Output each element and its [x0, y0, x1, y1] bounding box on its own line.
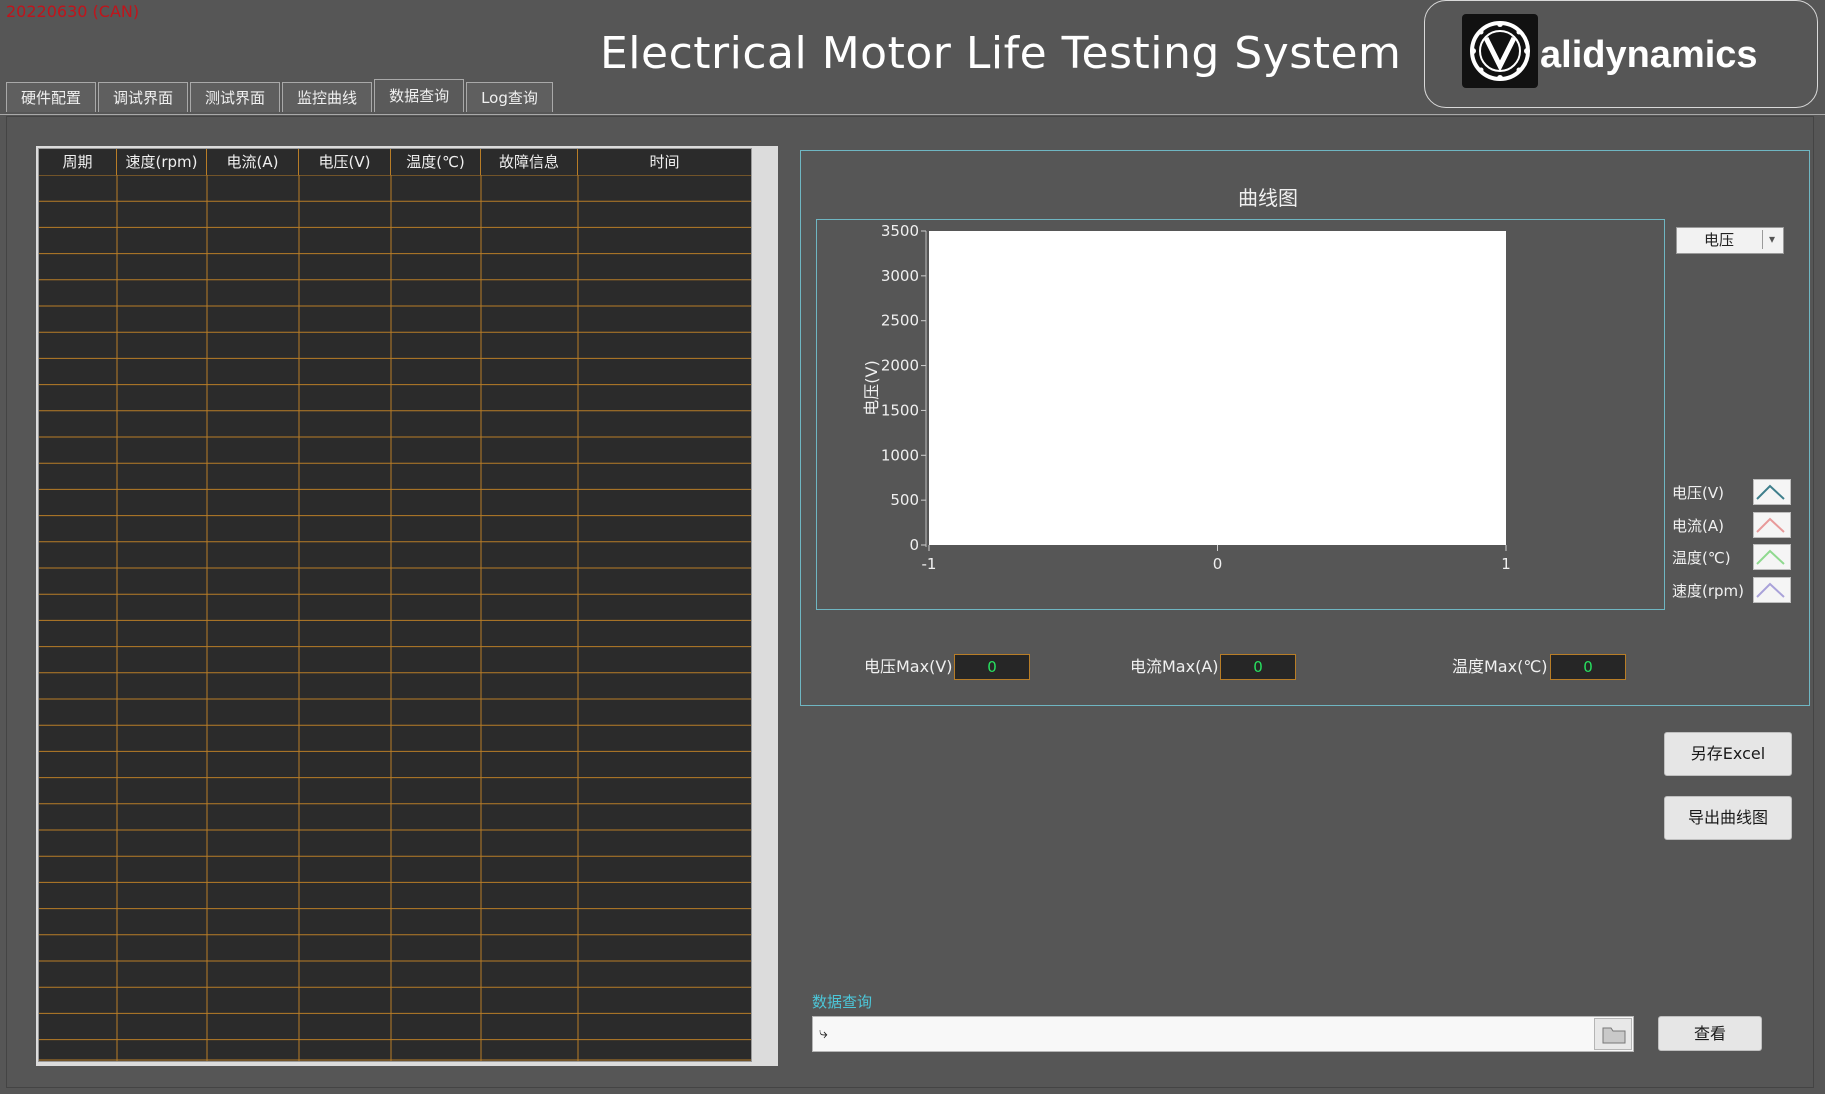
data-table[interactable]: 周期 速度(rpm) 电流(A) 电压(V) 温度(℃) 故障信息 时间: [36, 146, 778, 1066]
logo-text: alidynamics: [1540, 34, 1758, 76]
y-tick-label: 1000: [881, 446, 919, 464]
plot-legend: 电压(V) 电流(A) 温度(℃) 速度(rpm): [1672, 478, 1794, 608]
y-axis-label: 电压(V): [862, 360, 881, 415]
legend-item-current[interactable]: 电流(A): [1672, 511, 1794, 544]
legend-label: 速度(rpm): [1672, 581, 1745, 600]
curve-selector-value: 电压: [1703, 231, 1734, 249]
export-chart-button[interactable]: 导出曲线图: [1664, 796, 1792, 840]
x-tick-label: -1: [922, 555, 937, 573]
column-header-voltage: 电压(V): [299, 149, 391, 175]
column-header-time: 时间: [649, 153, 680, 171]
logo-icon: [1462, 14, 1538, 88]
legend-label: 电压(V): [1672, 484, 1724, 502]
chart[interactable]: 电压(V) 0500100015002000250030003500-1 0 1: [816, 219, 1665, 610]
legend-item-temperature[interactable]: 温度(℃): [1672, 543, 1794, 576]
y-tick-label: 2500: [881, 312, 919, 330]
y-tick-label: 1500: [881, 401, 919, 419]
path-icon: ⤷: [819, 1023, 828, 1042]
version-label: 20220630 (CAN): [6, 2, 140, 21]
table-header: 周期 速度(rpm) 电流(A) 电压(V) 温度(℃) 故障信息 时间: [39, 149, 751, 175]
temperature-max-label: 温度Max(℃): [1452, 657, 1548, 676]
legend-item-voltage[interactable]: 电压(V): [1672, 478, 1794, 511]
view-button[interactable]: 查看: [1658, 1016, 1762, 1051]
folder-icon: [1602, 1027, 1626, 1044]
column-header-fault: 故障信息: [481, 149, 578, 175]
x-tick-label: 1: [1501, 555, 1511, 573]
y-tick-label: 3000: [881, 267, 919, 285]
line-swatch-icon[interactable]: [1753, 576, 1791, 603]
column-header-current: 电流(A): [207, 149, 299, 175]
browse-folder-button[interactable]: [1594, 1018, 1632, 1050]
table-grid: [39, 175, 751, 1061]
graph-title: 曲线图: [1238, 186, 1298, 210]
plot-area: [929, 231, 1506, 545]
legend-label: 电流(A): [1672, 516, 1724, 535]
legend-item-speed[interactable]: 速度(rpm): [1672, 576, 1794, 609]
query-path-label: 数据查询: [812, 993, 873, 1011]
temperature-max-value: 0: [1550, 654, 1626, 680]
column-header-speed: 速度(rpm): [117, 149, 207, 175]
table-body: 周期 速度(rpm) 电流(A) 电压(V) 温度(℃) 故障信息 时间: [38, 148, 752, 1062]
curve-selector[interactable]: 电压 ▾: [1676, 227, 1784, 254]
line-swatch-icon[interactable]: [1753, 479, 1791, 505]
tab-log-query[interactable]: Log查询: [466, 82, 553, 112]
y-tick-label: 500: [890, 491, 919, 509]
voltage-max-value: 0: [954, 654, 1030, 680]
app-title: Electrical Motor Life Testing System: [600, 28, 1402, 79]
save-excel-button[interactable]: 另存Excel: [1664, 732, 1792, 776]
column-header-cycle: 周期: [39, 149, 117, 175]
voltage-max-label: 电压Max(V): [864, 657, 953, 676]
y-tick-label: 0: [909, 536, 919, 554]
table-scrollbar[interactable]: [752, 146, 778, 1066]
tab-monitor-curve[interactable]: 监控曲线: [282, 82, 373, 112]
y-tick-label: 3500: [881, 222, 919, 240]
tab-test[interactable]: 测试界面: [190, 82, 281, 112]
y-tick-label: 2000: [881, 357, 919, 375]
tab-divider: [0, 114, 1825, 115]
x-tick-label: 0: [1213, 555, 1223, 573]
query-path-input[interactable]: ⤷: [812, 1016, 1634, 1052]
line-swatch-icon[interactable]: [1753, 511, 1791, 538]
legend-label: 温度(℃): [1672, 549, 1731, 567]
current-max-label: 电流Max(A): [1130, 657, 1219, 676]
current-max-value: 0: [1220, 654, 1296, 680]
line-swatch-icon[interactable]: [1753, 544, 1791, 570]
tab-data-query[interactable]: 数据查询: [374, 79, 465, 112]
tab-hardware-config[interactable]: 硬件配置: [6, 82, 97, 112]
tab-bar: 硬件配置 调试界面 测试界面 监控曲线 数据查询 Log查询: [6, 79, 553, 112]
chevron-down-icon[interactable]: ▾: [1762, 230, 1781, 249]
column-header-temperature: 温度(℃): [391, 149, 481, 175]
tab-debug[interactable]: 调试界面: [98, 82, 189, 112]
